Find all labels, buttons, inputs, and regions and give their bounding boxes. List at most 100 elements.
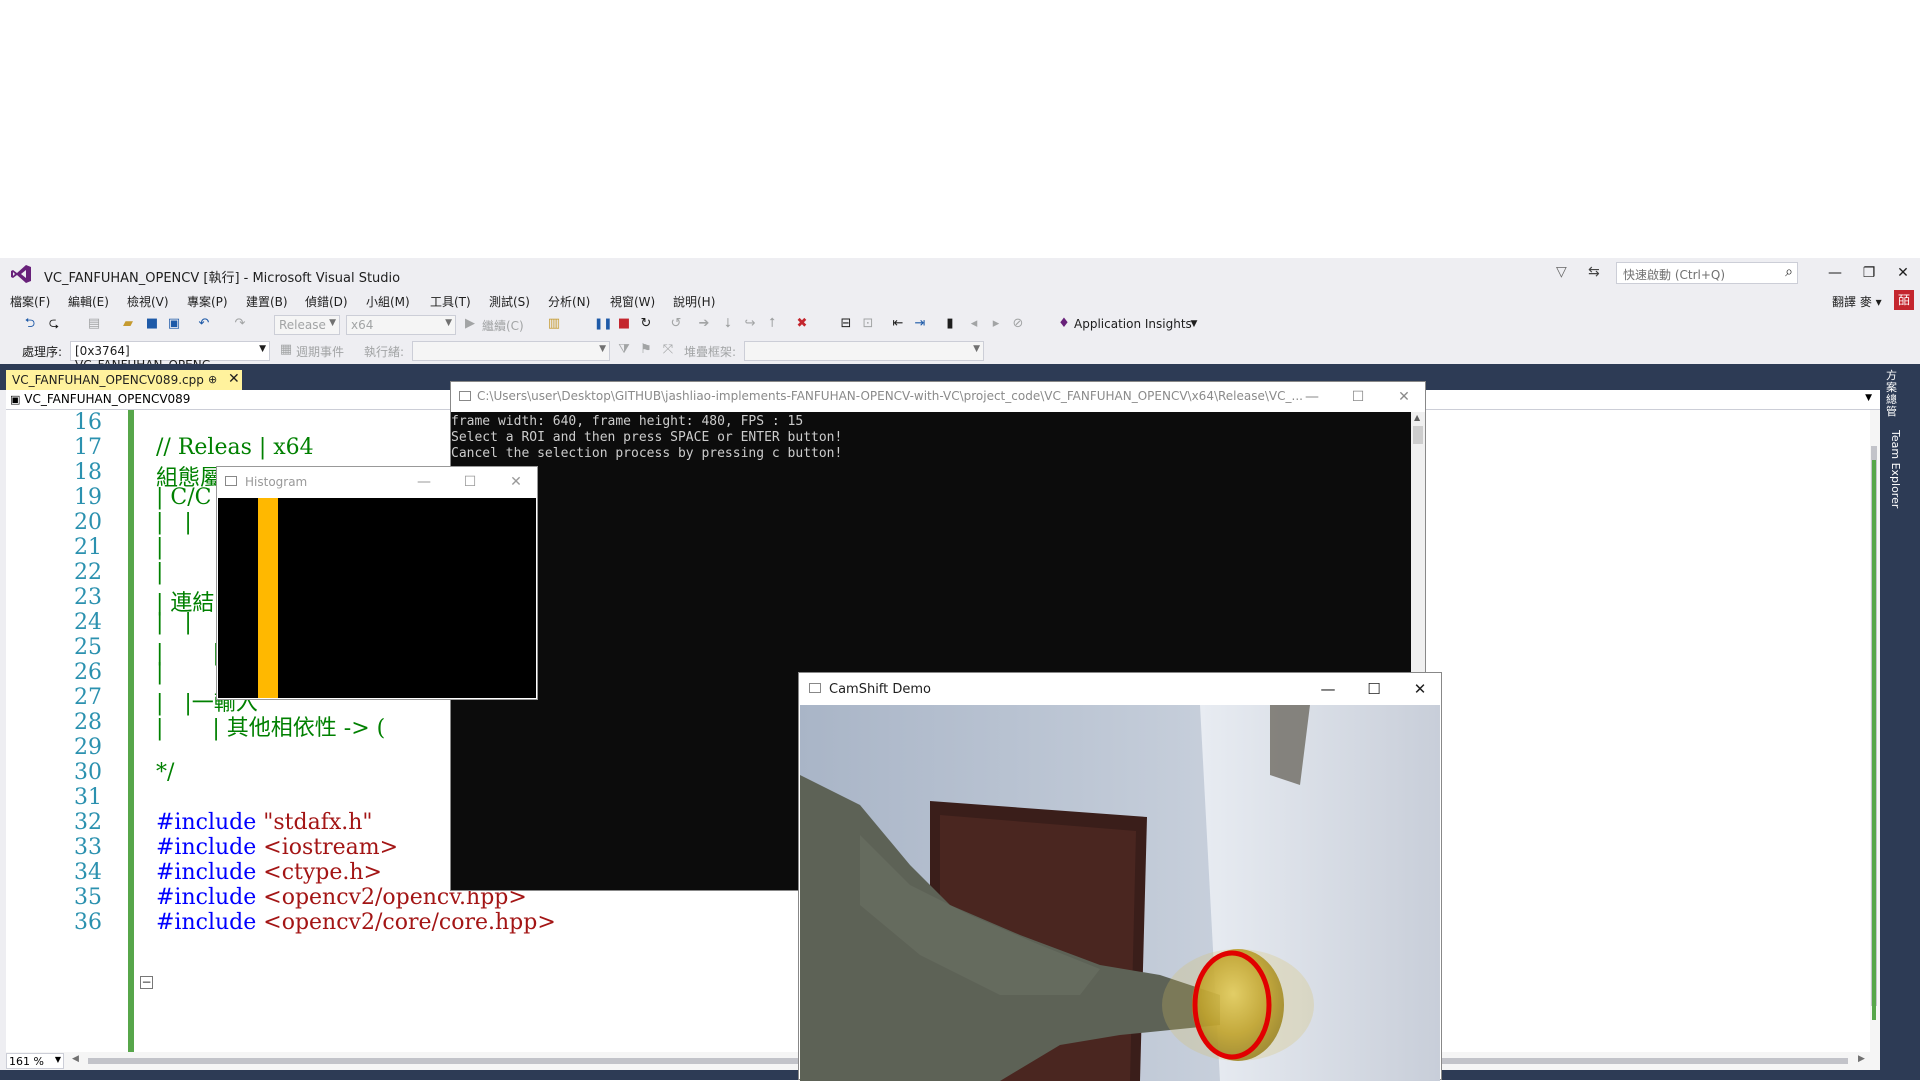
restart-icon[interactable]: ↻ (638, 316, 654, 332)
code-line: // Releas | x64 (156, 435, 314, 460)
scroll-left-icon[interactable]: ◀ (72, 1054, 79, 1064)
editor-vertical-scrollbar[interactable] (1870, 410, 1880, 1052)
flag-threads-icon[interactable]: ⚑ (638, 342, 654, 358)
histogram-window: Histogram — ☐ ✕ (216, 466, 538, 700)
feedback-icon[interactable]: ⇆ (1588, 264, 1600, 280)
camshift-minimize-button[interactable]: — (1305, 673, 1351, 705)
menu-edit[interactable]: 編輯(E) (68, 293, 109, 310)
include-line: #include <ctype.h> (156, 860, 382, 885)
document-tab-name: VC_FANFUHAN_OPENCV089.cpp (12, 373, 204, 387)
show-threads-icon[interactable]: ⤧ (660, 342, 676, 358)
team-explorer-tab[interactable]: Team Explorer (1886, 430, 1902, 508)
console-close-button[interactable]: ✕ (1381, 382, 1427, 412)
step-out-icon[interactable]: ⭡ (764, 316, 780, 332)
thread-label: 執行緒: (364, 345, 405, 359)
close-button[interactable]: ✕ (1892, 262, 1914, 284)
configuration-select[interactable]: Release ▼ (274, 315, 340, 335)
next-bookmark-icon[interactable]: ▸ (988, 316, 1004, 332)
prev-bookmark-icon[interactable]: ◂ (966, 316, 982, 332)
quick-launch-input[interactable]: 快速啟動 (Ctrl+Q) ⌕ (1616, 262, 1798, 284)
stack-frame-select[interactable]: ▼ (744, 341, 984, 361)
scroll-right-icon[interactable]: ▶ (1858, 1054, 1865, 1064)
menu-test[interactable]: 測試(S) (489, 293, 530, 310)
solution-explorer-tab[interactable]: 方案總管 (1886, 370, 1902, 418)
menu-view[interactable]: 檢視(V) (127, 293, 169, 310)
bookmark-icon[interactable]: ▮ (942, 316, 958, 332)
lifecycle-events-icon[interactable]: ▦ (278, 342, 294, 358)
menu-tools[interactable]: 工具(T) (430, 293, 471, 310)
indent-icon[interactable]: ⇥ (912, 316, 928, 332)
menu-debug[interactable]: 偵錯(D) (305, 293, 348, 310)
clear-bookmarks-icon[interactable]: ⊘ (1010, 316, 1026, 332)
minimize-button[interactable]: — (1824, 262, 1846, 284)
zoom-select[interactable]: 161 % ▼ (6, 1053, 64, 1069)
show-next-statement-icon[interactable]: ↺ (668, 316, 684, 332)
comment-icon[interactable]: ⊟ (838, 316, 854, 332)
pin-icon[interactable]: ⊕ (208, 373, 217, 386)
document-tab[interactable]: VC_FANFUHAN_OPENCV089.cpp ⊕ ✕ (6, 370, 242, 390)
process-select[interactable]: [0x3764] VC_FANFUHAN_OPENC▼ (70, 341, 270, 372)
lifecycle-events-button[interactable]: 週期事件 (296, 343, 344, 360)
step-into-icon[interactable]: ⭣ (720, 316, 736, 332)
console-line: frame width: 640, frame height: 480, FPS… (451, 414, 804, 429)
notifications-filter-icon[interactable]: ▽ (1556, 264, 1567, 280)
menu-build[interactable]: 建置(B) (246, 293, 288, 310)
camera-frame[interactable] (800, 705, 1440, 1081)
menu-help[interactable]: 說明(H) (673, 293, 715, 310)
new-project-icon[interactable]: ▤ (86, 316, 102, 332)
exceptions-icon[interactable]: ✖ (794, 316, 810, 332)
camshift-demo-window: CamShift Demo — ☐ ✕ (798, 672, 1442, 1081)
attach-process-icon[interactable]: ▥ (546, 316, 562, 332)
standard-toolbar: ⮌ ⮎ ▤ ▰ ■ ▣ ↶ ↷ Release ▼ x64 ▼ ▶ 繼續(C) ▥ … (0, 312, 1920, 338)
break-all-icon[interactable]: ❚❚ (594, 316, 612, 332)
include-line: #include <opencv2/core/core.hpp> (156, 910, 556, 935)
camera-scene (800, 705, 1440, 1081)
undo-icon[interactable]: ↶ (196, 316, 212, 332)
histogram-maximize-button[interactable]: ☐ (447, 467, 493, 497)
close-tab-icon[interactable]: ✕ (228, 371, 240, 387)
code-line: | | 其他相依性 -> ( (156, 716, 386, 741)
process-label: 處理序: (22, 345, 63, 359)
back-icon[interactable]: ⮌ (22, 316, 38, 332)
histogram-minimize-button[interactable]: — (401, 467, 447, 497)
stop-debugging-icon[interactable]: ■ (616, 316, 632, 332)
camshift-maximize-button[interactable]: ☐ (1351, 673, 1397, 705)
collapse-region-icon[interactable]: − (140, 976, 153, 989)
menu-team[interactable]: 小組(M) (366, 293, 410, 310)
menu-file[interactable]: 檔案(F) (10, 293, 50, 310)
console-title-bar[interactable]: C:\Users\user\Desktop\GITHUB\jashliao-im… (451, 382, 1425, 412)
console-minimize-button[interactable]: — (1289, 382, 1335, 412)
open-file-icon[interactable]: ▰ (120, 316, 136, 332)
menu-project[interactable]: 專案(P) (187, 293, 228, 310)
menu-window[interactable]: 視窗(W) (610, 293, 655, 310)
histogram-title-bar[interactable]: Histogram — ☐ ✕ (217, 467, 537, 497)
redo-icon[interactable]: ↷ (232, 316, 248, 332)
chevron-down-icon: ▼ (1865, 393, 1872, 403)
forward-icon[interactable]: ⮎ (46, 316, 62, 332)
histogram-close-button[interactable]: ✕ (493, 467, 539, 497)
scroll-up-icon[interactable]: ▲ (1414, 413, 1420, 422)
camshift-close-button[interactable]: ✕ (1397, 673, 1443, 705)
application-insights-button[interactable]: Application Insights (1074, 317, 1192, 331)
save-icon[interactable]: ■ (144, 316, 160, 332)
continue-icon[interactable]: ▶ (462, 316, 478, 332)
restore-button[interactable]: ❐ (1858, 262, 1880, 284)
continue-button[interactable]: 繼續(C) (482, 317, 524, 334)
outdent-icon[interactable]: ⇤ (890, 316, 906, 332)
thread-filter-icon[interactable]: ⧩ (616, 342, 632, 358)
avatar[interactable]: 皕 (1894, 290, 1914, 310)
line-number: 22 (74, 560, 102, 585)
scrollbar-thumb[interactable] (1413, 426, 1423, 444)
menu-analyze[interactable]: 分析(N) (548, 293, 590, 310)
uncomment-icon[interactable]: ⊡ (860, 316, 876, 332)
console-maximize-button[interactable]: ☐ (1335, 382, 1381, 412)
chevron-down-icon[interactable]: ▼ (1186, 316, 1202, 332)
camshift-title-bar[interactable]: CamShift Demo — ☐ ✕ (799, 673, 1441, 705)
account-signin[interactable]: 翻譯 麥 ▾ (1832, 293, 1882, 310)
thread-select[interactable]: ▼ (412, 341, 610, 361)
save-all-icon[interactable]: ▣ (166, 316, 182, 332)
console-line: Select a ROI and then press SPACE or ENT… (451, 430, 843, 445)
step-over-icon[interactable]: ➔ (696, 316, 712, 332)
step-back-icon[interactable]: ↪ (742, 316, 758, 332)
platform-select[interactable]: x64 ▼ (346, 315, 456, 335)
